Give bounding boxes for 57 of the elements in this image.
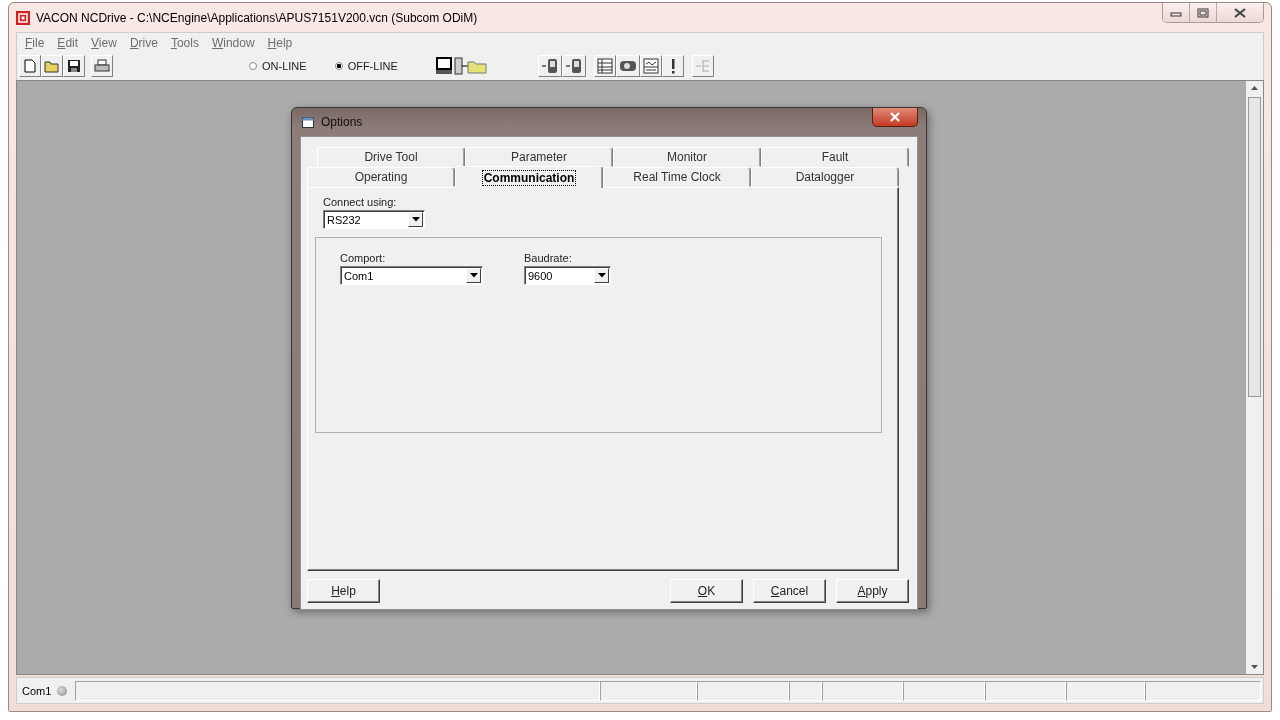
exclamation-icon[interactable] [661,55,684,77]
mode-radio[interactable]: ON-LINE [249,60,307,72]
tab[interactable]: Monitor [613,147,761,167]
open-folder-icon[interactable] [41,55,63,77]
scroll-down-icon[interactable] [1251,665,1258,669]
save-icon[interactable] [63,55,85,77]
tab[interactable]: Datalogger [751,167,899,187]
dialog-title: Options [321,115,363,129]
menu-item[interactable]: Tools [164,35,206,50]
close-icon [1233,7,1247,18]
port-status: Com1 [21,684,53,697]
tab[interactable]: Real Time Clock [603,167,751,187]
dialog-button[interactable]: Apply [836,579,909,603]
app-icon [16,10,30,25]
close-icon [889,112,901,122]
tab[interactable]: Parameter [465,147,613,167]
field-label: Comport: [340,252,387,264]
new-file-icon[interactable] [19,55,41,77]
window-icon [302,116,314,128]
chart-icon[interactable] [639,55,662,77]
menu-item[interactable]: View [85,35,124,50]
scroll-up-icon[interactable] [1251,86,1258,90]
tree-icon[interactable] [691,55,714,77]
dialog-button[interactable]: Help [307,579,380,603]
close-button[interactable] [1217,3,1263,22]
print-icon[interactable] [91,55,113,77]
close-button[interactable] [872,108,918,127]
drive-download-icon[interactable] [561,55,586,77]
window-title: VACON NCDrive - C:\NCEngine\Applications\APUS7151V200.vcn (Subcom ODiM) [36,10,478,25]
tab[interactable]: Fault [761,147,909,167]
maximize-button[interactable] [1190,3,1217,22]
minimize-button[interactable] [1163,3,1190,22]
caret-icon [597,273,606,278]
dialog-button[interactable]: OK [670,579,743,603]
dropdown[interactable]: Com1 [340,266,483,285]
caret-icon [411,217,420,222]
menu-item[interactable]: File [19,35,52,50]
tab[interactable]: Operating [307,167,455,187]
field-label: Connect using: [323,196,397,208]
drive-upload-icon[interactable] [537,55,562,77]
menu-item[interactable]: Drive [123,35,165,50]
status-led-icon [57,685,68,696]
field-label: Baudrate: [524,252,573,264]
menu-item[interactable]: Help [261,35,300,50]
scrollbar[interactable] [1246,81,1263,674]
mode-radio[interactable]: OFF-LINE [334,60,398,72]
dialog-button[interactable]: Cancel [753,579,826,603]
computer-connection-icon [435,57,488,75]
restore-icon [1197,7,1209,18]
connection-dropdown[interactable]: RS232 [323,210,425,229]
menu-item[interactable]: Edit [51,35,86,50]
table-icon[interactable] [593,55,616,77]
tab[interactable]: Drive Tool [317,147,465,167]
caret-icon [469,273,478,278]
menu-item[interactable]: Window [205,35,262,50]
dropdown[interactable]: 9600 [524,266,611,285]
tab[interactable]: Communication [455,166,603,188]
